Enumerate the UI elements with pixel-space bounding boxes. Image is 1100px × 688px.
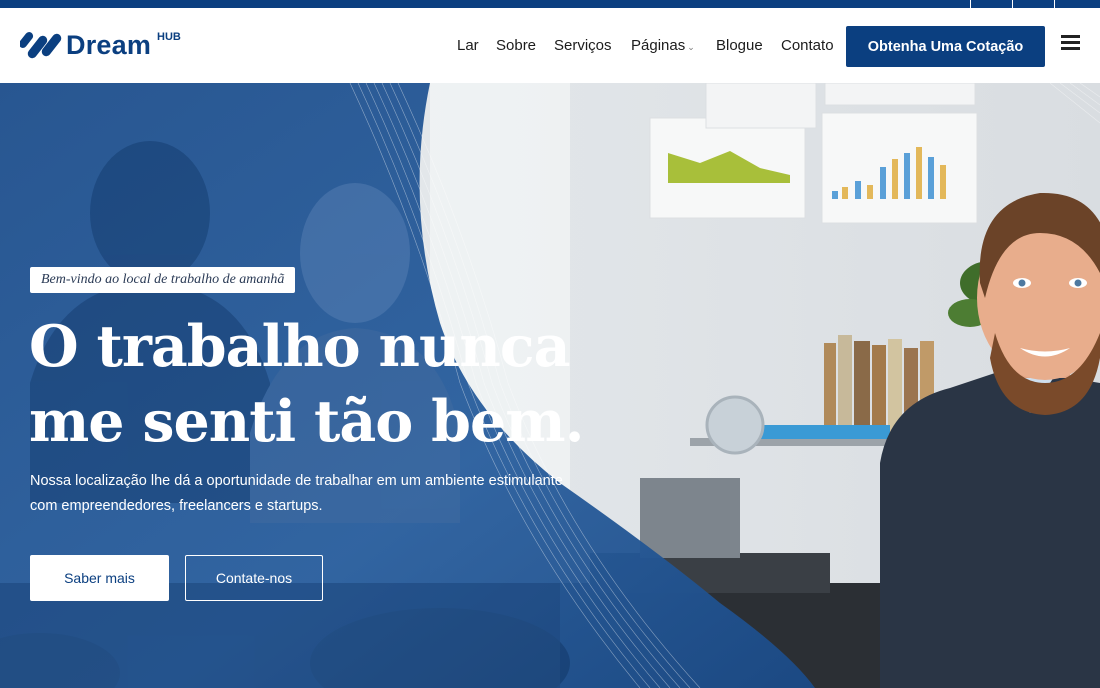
- nav-item-services[interactable]: Serviços: [554, 37, 612, 54]
- top-bar-divider: [1054, 0, 1055, 8]
- contact-us-button[interactable]: Contate-nos: [185, 555, 323, 601]
- hero-headline-line: O trabalho nunca: [29, 313, 571, 380]
- logo-suffix: HUB: [157, 31, 181, 43]
- nav-item-pages[interactable]: Páginas ⌄: [631, 37, 695, 54]
- hamburger-menu-icon[interactable]: [1061, 35, 1080, 51]
- logo[interactable]: Dream HUB: [20, 28, 181, 62]
- hero-subtext: Nossa localização lhe dá a oportunidade …: [30, 469, 570, 519]
- nav-item-about[interactable]: Sobre: [496, 37, 536, 54]
- site-header: Dream HUB Lar Sobre Serviços Páginas ⌄ Bl…: [0, 8, 1100, 83]
- nav-item-contact[interactable]: Contato: [781, 37, 834, 54]
- hero-headline: O trabalho nunca me senti tão bem.: [29, 309, 589, 459]
- hero-subtext-line: Nossa localização lhe dá a oportunidade …: [30, 473, 563, 489]
- nav-item-pages-label: Páginas: [631, 37, 686, 54]
- nav-item-home[interactable]: Lar: [457, 37, 479, 54]
- hero-tagline: Bem-vindo ao local de trabalho de amanhã: [30, 267, 296, 293]
- top-bar-divider: [970, 0, 971, 8]
- hero-subtext-line: com empreendedores, freelancers e startu…: [30, 498, 323, 514]
- dreamhub-logo-mark-icon: [20, 32, 62, 59]
- wall-chart-area: [649, 117, 806, 219]
- hero-headline-line: me senti tão bem.: [29, 388, 584, 455]
- wall-chart-bars: [821, 112, 978, 224]
- top-bar-divider: [1012, 0, 1013, 8]
- get-quote-button[interactable]: Obtenha Uma Cotação: [846, 26, 1045, 67]
- chevron-down-icon: ⌄: [687, 42, 695, 52]
- logo-text: Dream: [66, 29, 152, 60]
- top-bar: [0, 0, 1100, 8]
- hero-section: Bem-vindo ao local de trabalho de amanhã…: [0, 83, 1100, 688]
- nav-item-blog[interactable]: Blogue: [716, 37, 763, 54]
- learn-more-button[interactable]: Saber mais: [30, 555, 169, 601]
